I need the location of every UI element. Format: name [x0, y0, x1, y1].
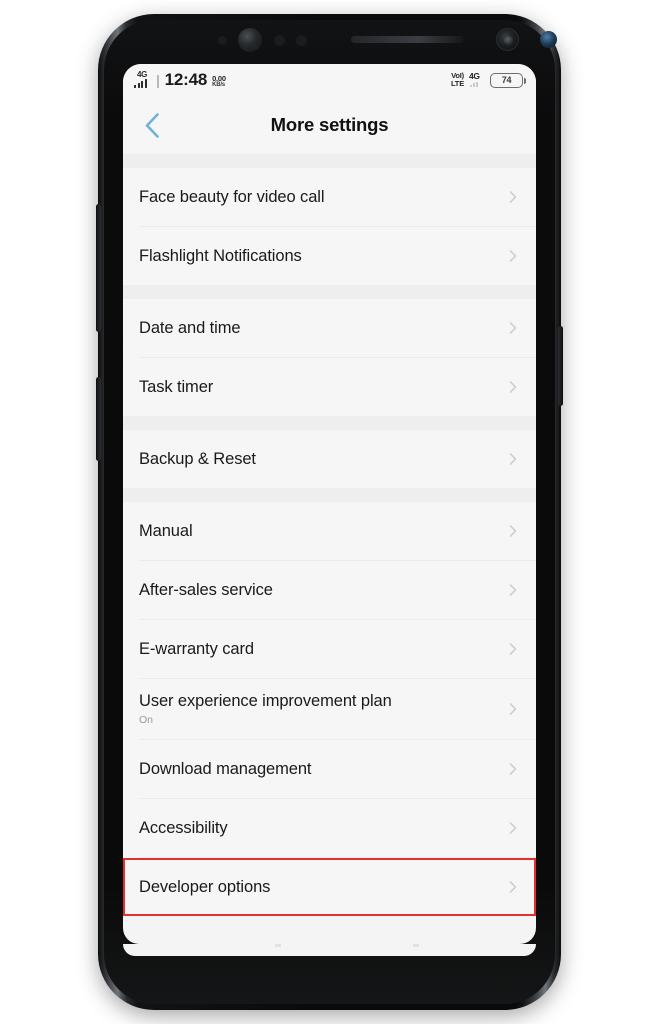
chevron-right-icon — [509, 525, 517, 537]
list-item-label: Backup & Reset — [139, 449, 256, 468]
group-separator — [123, 154, 536, 168]
group-separator — [123, 416, 536, 430]
chevron-right-icon — [509, 381, 517, 393]
list-item[interactable]: Backup & Reset — [123, 430, 536, 488]
list-item[interactable]: E-warranty card — [123, 620, 536, 678]
data-signal-bars-icon — [470, 81, 479, 87]
list-item-labels: Accessibility — [139, 818, 228, 839]
list-item-labels: Date and time — [139, 318, 241, 339]
battery-icon: 74 — [490, 72, 526, 88]
phone-device-frame: 4G 12:48 0.00 KB/s VoI) LTE 4G 74 More s… — [96, 14, 563, 1010]
iris-scanner-icon — [238, 28, 262, 52]
list-item-label: After-sales service — [139, 580, 273, 599]
signal-network-label: 4G — [137, 70, 148, 79]
list-item[interactable]: Face beauty for video call — [123, 168, 536, 226]
list-item[interactable]: Download management — [123, 740, 536, 798]
list-item-label: Face beauty for video call — [139, 187, 325, 206]
list-item-labels: Task timer — [139, 377, 213, 398]
list-item-labels: Download management — [139, 759, 311, 780]
settings-list: Face beauty for video call Flashlight No… — [123, 154, 536, 916]
front-camera-icon — [496, 28, 519, 51]
phone-top-bezel — [98, 14, 561, 62]
network-speed-value: 0.00 — [212, 73, 226, 83]
list-item[interactable]: Manual — [123, 502, 536, 560]
screen-bottom-chin — [123, 944, 536, 956]
back-button[interactable] — [135, 108, 169, 142]
earpiece-speaker — [351, 36, 464, 43]
group-separator — [123, 285, 536, 299]
list-item-label: User experience improvement plan — [139, 692, 392, 710]
network-speed-indicator: 0.00 KB/s — [212, 73, 226, 88]
list-item-labels: Flashlight Notifications — [139, 246, 302, 267]
volte-icon: VoI) LTE — [450, 71, 464, 89]
list-item[interactable]: User experience improvement plan On — [123, 679, 536, 739]
status-bar: 4G 12:48 0.00 KB/s VoI) LTE 4G 74 — [123, 64, 536, 96]
list-item-labels: After-sales service — [139, 580, 273, 601]
volte-label-bottom: LTE — [450, 79, 464, 88]
list-item-labels: Face beauty for video call — [139, 187, 325, 208]
data-network-label: 4G — [469, 71, 480, 81]
chevron-right-icon — [509, 453, 517, 465]
screenshot-stage: 4G 12:48 0.00 KB/s VoI) LTE 4G 74 More s… — [0, 0, 659, 1024]
list-item-label: Date and time — [139, 318, 241, 337]
list-item-label: E-warranty card — [139, 639, 254, 658]
volume-down-button[interactable] — [96, 377, 101, 461]
list-item-labels: User experience improvement plan On — [139, 691, 392, 727]
chevron-right-icon — [509, 322, 517, 334]
proximity-sensor-icon — [218, 36, 227, 45]
battery-percent-label: 74 — [501, 75, 512, 85]
signal-bars-icon — [134, 79, 147, 88]
list-item-labels: Backup & Reset — [139, 449, 256, 470]
list-item[interactable]: Date and time — [123, 299, 536, 357]
list-item[interactable]: After-sales service — [123, 561, 536, 619]
data-network-icon: 4G — [469, 72, 485, 88]
power-button[interactable] — [558, 326, 563, 406]
chevron-right-icon — [509, 703, 517, 715]
list-item-label: Task timer — [139, 377, 214, 396]
ambient-sensor-icon — [296, 35, 307, 46]
list-item-developer-options[interactable]: Developer options — [123, 858, 536, 916]
list-item-labels: Developer options — [139, 877, 270, 898]
status-separator — [157, 75, 159, 88]
list-item-label: Accessibility — [139, 818, 228, 837]
chevron-right-icon — [509, 191, 517, 203]
volume-up-button[interactable] — [96, 204, 101, 332]
page-title: More settings — [270, 114, 389, 135]
settings-group-4: Manual After-sales service E-warranty ca… — [123, 502, 536, 916]
list-item-label: Developer options — [139, 877, 271, 896]
status-clock: 12:48 — [164, 70, 208, 89]
settings-group-3: Backup & Reset — [123, 430, 536, 488]
chin-notch-right — [413, 944, 419, 947]
chevron-right-icon — [509, 250, 517, 262]
group-separator — [123, 488, 536, 502]
status-bar-left: 4G 12:48 0.00 KB/s — [134, 71, 226, 89]
chevron-right-icon — [509, 643, 517, 655]
list-item[interactable]: Task timer — [123, 358, 536, 416]
list-item-status: On — [139, 714, 154, 726]
chevron-right-icon — [509, 822, 517, 834]
light-sensor-icon — [274, 35, 285, 46]
settings-group-2: Date and time Task timer — [123, 299, 536, 416]
network-speed-unit: KB/s — [212, 82, 225, 88]
settings-group-1: Face beauty for video call Flashlight No… — [123, 168, 536, 285]
status-bar-right: VoI) LTE 4G 74 — [450, 71, 526, 89]
list-item-labels: E-warranty card — [139, 639, 254, 660]
chin-notch-left — [275, 944, 281, 947]
chevron-right-icon — [509, 763, 517, 775]
list-item[interactable]: Flashlight Notifications — [123, 227, 536, 285]
list-item[interactable]: Accessibility — [123, 799, 536, 857]
list-item-label: Manual — [139, 521, 193, 540]
chevron-right-icon — [509, 584, 517, 596]
app-header: More settings — [123, 96, 536, 154]
list-item-labels: Manual — [139, 521, 193, 542]
led-indicator-icon — [540, 31, 557, 48]
list-item-label: Download management — [139, 759, 312, 778]
signal-strength-icon: 4G — [134, 70, 151, 89]
list-item-label: Flashlight Notifications — [139, 246, 302, 265]
back-chevron-icon — [145, 112, 159, 138]
phone-screen: 4G 12:48 0.00 KB/s VoI) LTE 4G 74 More s… — [123, 64, 536, 944]
chevron-right-icon — [509, 881, 517, 893]
